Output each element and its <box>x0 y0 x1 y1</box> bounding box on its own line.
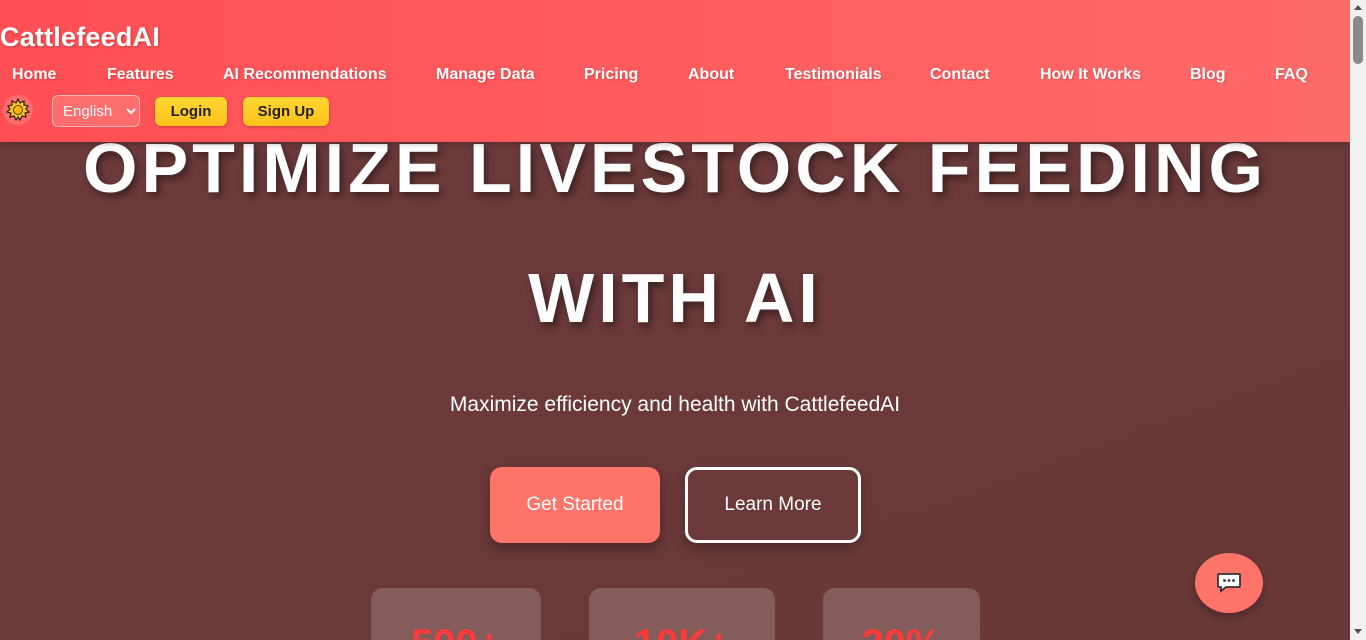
scrollbar-thumb[interactable] <box>1353 16 1363 64</box>
theme-toggle-button[interactable] <box>3 95 33 125</box>
hero-title-line-2: WITH AI <box>528 259 822 337</box>
get-started-button[interactable]: Get Started <box>490 467 660 543</box>
main-nav: Home Features AI Recommendations Manage … <box>0 66 1350 90</box>
header-controls: English Login Sign Up <box>0 94 400 128</box>
nav-blog[interactable]: Blog <box>1190 66 1226 84</box>
learn-more-button[interactable]: Learn More <box>685 467 861 543</box>
nav-manage-data[interactable]: Manage Data <box>436 66 535 84</box>
nav-features[interactable]: Features <box>107 66 174 84</box>
hero-subtitle: Maximize efficiency and health with Catt… <box>449 393 901 416</box>
brand-logo[interactable]: CattlefeedAI <box>0 22 160 53</box>
language-select[interactable]: English <box>52 95 140 127</box>
stat-value: 500+ <box>371 624 541 640</box>
nav-pricing[interactable]: Pricing <box>584 66 638 84</box>
stat-value: 30% <box>823 624 980 640</box>
signup-button[interactable]: Sign Up <box>243 97 329 126</box>
nav-testimonials[interactable]: Testimonials <box>785 66 882 84</box>
site-header: CattlefeedAI Home Features AI Recommenda… <box>0 0 1350 142</box>
sun-icon <box>6 98 30 122</box>
vertical-scrollbar[interactable] <box>1350 0 1366 640</box>
stat-card: 30% <box>823 588 980 640</box>
stat-card: 10K+ <box>589 588 775 640</box>
nav-home[interactable]: Home <box>12 66 56 84</box>
chat-icon <box>1217 573 1241 593</box>
nav-contact[interactable]: Contact <box>930 66 990 84</box>
stat-value: 10K+ <box>589 624 775 640</box>
chat-button[interactable] <box>1195 553 1263 613</box>
scroll-up-arrow-icon[interactable] <box>1354 5 1362 10</box>
stat-card: 500+ <box>371 588 541 640</box>
login-button[interactable]: Login <box>155 97 227 126</box>
scroll-down-arrow-icon[interactable] <box>1354 629 1362 634</box>
nav-about[interactable]: About <box>688 66 734 84</box>
nav-ai-recommendations[interactable]: AI Recommendations <box>223 66 387 84</box>
nav-faq[interactable]: FAQ <box>1275 66 1308 84</box>
nav-how-it-works[interactable]: How It Works <box>1040 66 1141 84</box>
page: CattlefeedAI Home Features AI Recommenda… <box>0 0 1366 640</box>
